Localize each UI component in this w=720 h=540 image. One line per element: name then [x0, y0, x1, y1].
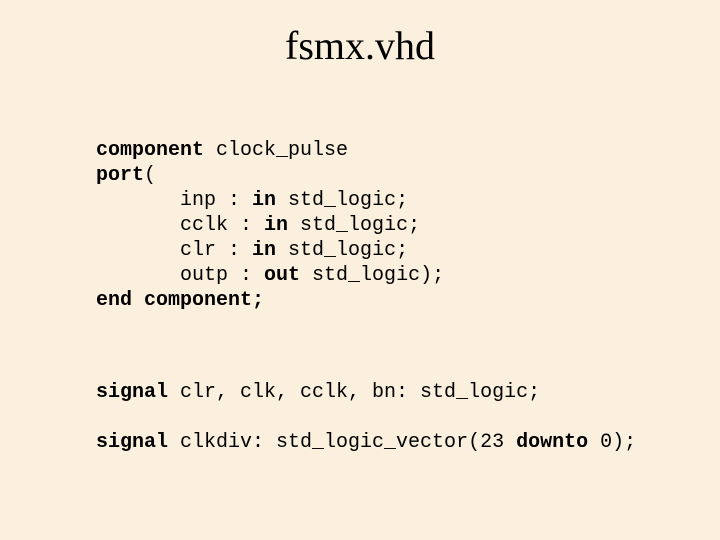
- code-block-2: signal clr, clk, cclk, bn: std_logic; si…: [96, 380, 636, 455]
- code-text: std_logic);: [300, 264, 444, 287]
- code-text: (: [144, 164, 156, 187]
- kw-in: in: [264, 214, 288, 237]
- code-text: clkdiv: std_logic_vector(23: [168, 431, 516, 454]
- kw-in: in: [252, 239, 276, 262]
- code-text: outp :: [96, 264, 264, 287]
- code-text: cclk :: [96, 214, 264, 237]
- kw-port: port: [96, 164, 144, 187]
- code-text: std_logic;: [276, 189, 408, 212]
- kw-in: in: [252, 189, 276, 212]
- kw-end-component: end component;: [96, 289, 264, 312]
- code-text: 0);: [588, 431, 636, 454]
- kw-signal: signal: [96, 381, 168, 404]
- code-text: inp :: [96, 189, 252, 212]
- kw-downto: downto: [516, 431, 588, 454]
- code-text: std_logic;: [276, 239, 408, 262]
- slide: fsmx.vhd component clock_pulse port( inp…: [0, 0, 720, 540]
- code-text: clock_pulse: [204, 139, 348, 162]
- kw-component: component: [96, 139, 204, 162]
- kw-out: out: [264, 264, 300, 287]
- code-text: std_logic;: [288, 214, 420, 237]
- code-block-1: component clock_pulse port( inp : in std…: [96, 138, 444, 313]
- code-text: clr, clk, cclk, bn: std_logic;: [168, 381, 540, 404]
- kw-signal: signal: [96, 431, 168, 454]
- code-text: clr :: [96, 239, 252, 262]
- slide-title: fsmx.vhd: [0, 0, 720, 69]
